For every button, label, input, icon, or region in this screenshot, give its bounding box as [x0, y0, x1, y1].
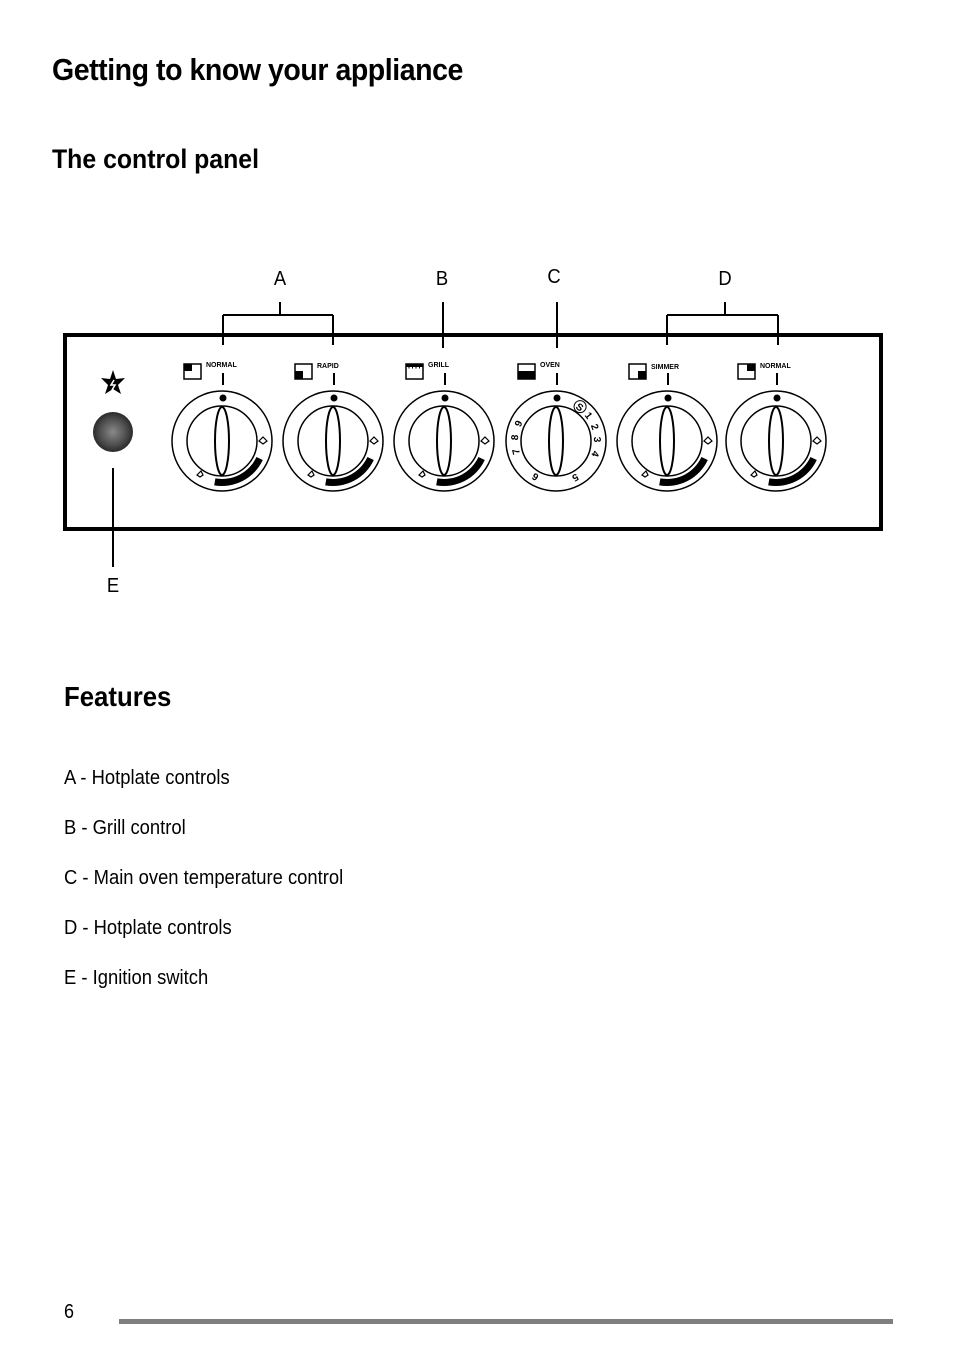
feature-item-b: B - Grill control [64, 817, 186, 839]
knob-grip [214, 406, 230, 476]
features-heading: Features [64, 681, 172, 712]
knob-label: SIMMER [651, 364, 679, 371]
off-position-dot [441, 394, 449, 402]
off-position-dot [664, 394, 672, 402]
knob-simmer-4[interactable] [616, 363, 718, 492]
knob-normal-5[interactable] [725, 363, 827, 492]
feature-item-e: E - Ignition switch [64, 967, 209, 989]
control-panel-diagram: S123456789 [63, 302, 883, 567]
knob-grip [768, 406, 784, 476]
page-number: 6 [64, 1301, 75, 1323]
knob-grill-2[interactable] [393, 363, 495, 492]
oven-icon [517, 363, 536, 380]
spark-icon [101, 370, 125, 394]
hotplate-front-left-icon [294, 363, 313, 380]
leader-a [222, 302, 334, 345]
knob-rapid-1[interactable] [282, 363, 384, 492]
oven-dial-mark: 3 [591, 437, 602, 443]
leader-d [666, 302, 779, 345]
feature-item-d: D - Hotplate controls [64, 917, 232, 939]
off-position-dot [553, 394, 561, 402]
knob-grip [659, 406, 675, 476]
footer-rule [119, 1319, 893, 1324]
off-position-dot [773, 394, 781, 402]
feature-item-a: A - Hotplate controls [64, 767, 230, 789]
off-position-dot [219, 394, 227, 402]
knob-label: OVEN [540, 362, 560, 369]
knob-label: GRILL [428, 362, 449, 369]
hotplate-rear-right-icon [737, 363, 756, 380]
knob-grip [436, 406, 452, 476]
knob-grip [325, 406, 341, 476]
off-position-dot [330, 394, 338, 402]
knob-grip [548, 406, 564, 476]
knob-label: NORMAL [760, 363, 791, 370]
feature-item-c: C - Main oven temperature control [64, 867, 344, 889]
knob-label: RAPID [317, 363, 339, 370]
hotplate-rear-left-icon [183, 363, 202, 380]
knob-normal-0[interactable] [171, 363, 273, 492]
hotplate-front-right-icon [628, 363, 647, 380]
ignition-button[interactable] [93, 412, 133, 452]
knob-label: NORMAL [206, 362, 237, 369]
grill-icon [405, 363, 424, 380]
knob-oven-3[interactable]: S123456789 [505, 363, 607, 492]
